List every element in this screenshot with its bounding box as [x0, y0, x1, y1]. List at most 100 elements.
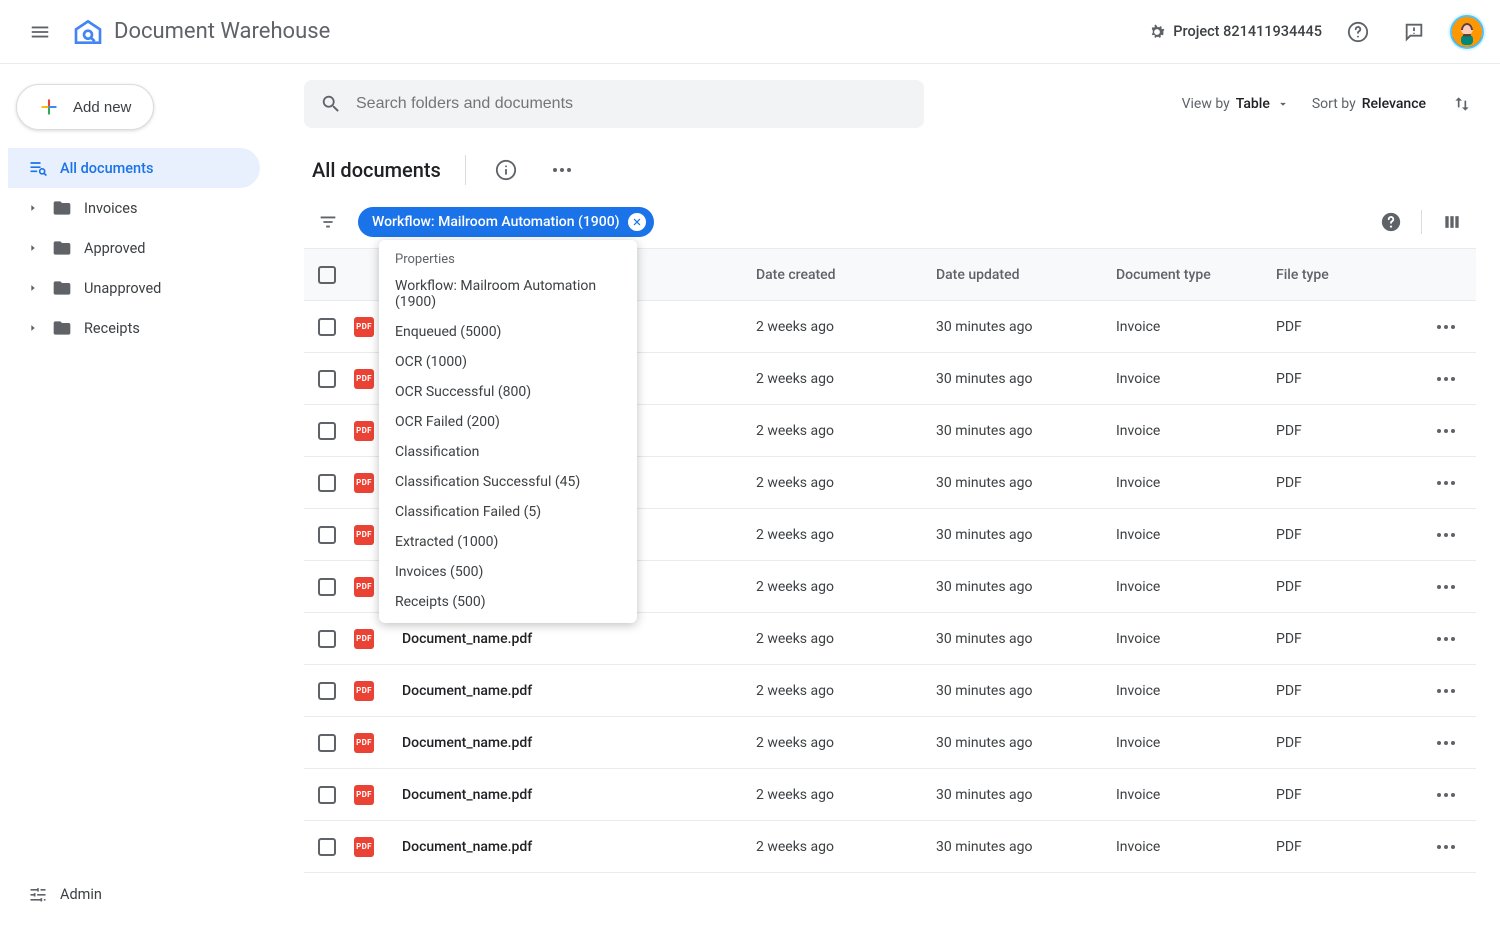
dropdown-option[interactable]: Classification Failed (5) [379, 497, 637, 527]
search-icon [320, 93, 342, 115]
row-more-button[interactable] [1416, 585, 1476, 589]
dropdown-option[interactable]: Workflow: Mailroom Automation (1900) [379, 271, 637, 317]
sort-direction-button[interactable] [1448, 90, 1476, 118]
plus-icon [39, 97, 59, 117]
sidebar-item-label: All documents [60, 160, 153, 177]
chevron-down-icon [1276, 97, 1290, 111]
table-row[interactable]: PDF Document_name.pdf 2 weeks ago 30 min… [304, 665, 1476, 717]
search-box[interactable] [304, 80, 924, 128]
table-row[interactable]: PDF Document_name.pdf 2 weeks ago 30 min… [304, 717, 1476, 769]
info-button[interactable] [490, 154, 522, 186]
doc-type: Invoice [1116, 579, 1276, 595]
chip-remove-button[interactable] [628, 213, 646, 231]
menu-button[interactable] [16, 8, 64, 56]
project-label: Project 821411934445 [1173, 23, 1322, 40]
filter-button[interactable] [312, 206, 344, 238]
more-horizontal-icon [553, 168, 571, 172]
dropdown-option[interactable]: Invoices (500) [379, 557, 637, 587]
col-date-created[interactable]: Date created [756, 267, 936, 283]
table-row[interactable]: PDF Document_name.pdf 2 weeks ago 30 min… [304, 821, 1476, 873]
properties-dropdown: Properties Workflow: Mailroom Automation… [379, 240, 637, 623]
table-row[interactable]: PDF Document_name.pdf 2 weeks ago 30 min… [304, 769, 1476, 821]
sidebar-item-label: Approved [84, 240, 145, 257]
feedback-button[interactable] [1394, 12, 1434, 52]
project-selector[interactable]: Project 821411934445 [1147, 22, 1322, 42]
dropdown-option[interactable]: Classification [379, 437, 637, 467]
row-more-button[interactable] [1416, 845, 1476, 849]
file-name[interactable]: Document_name.pdf [394, 787, 756, 803]
sidebar-item-receipts[interactable]: Receipts [8, 308, 260, 348]
dropdown-option[interactable]: OCR Failed (200) [379, 407, 637, 437]
row-more-button[interactable] [1416, 429, 1476, 433]
admin-link[interactable]: Admin [8, 872, 272, 916]
row-checkbox[interactable] [318, 734, 336, 752]
row-more-button[interactable] [1416, 741, 1476, 745]
pdf-icon: PDF [354, 837, 374, 857]
date-created: 2 weeks ago [756, 371, 936, 387]
pdf-icon: PDF [354, 369, 374, 389]
dropdown-option[interactable]: Receipts (500) [379, 587, 637, 617]
dropdown-option[interactable]: OCR Successful (800) [379, 377, 637, 407]
dropdown-header: Properties [379, 244, 637, 271]
sort-by-selector[interactable]: Sort by Relevance [1312, 96, 1426, 112]
file-name[interactable]: Document_name.pdf [394, 631, 756, 647]
chevron-right-icon [28, 243, 38, 253]
sidebar-item-approved[interactable]: Approved [8, 228, 260, 268]
pdf-icon: PDF [354, 473, 374, 493]
select-all-checkbox[interactable] [318, 266, 336, 284]
row-more-button[interactable] [1416, 637, 1476, 641]
date-created: 2 weeks ago [756, 527, 936, 543]
row-more-button[interactable] [1416, 377, 1476, 381]
row-checkbox[interactable] [318, 422, 336, 440]
row-checkbox[interactable] [318, 786, 336, 804]
row-more-button[interactable] [1416, 689, 1476, 693]
row-checkbox[interactable] [318, 630, 336, 648]
top-bar: Document Warehouse Project 821411934445 [0, 0, 1500, 64]
row-more-button[interactable] [1416, 325, 1476, 329]
user-avatar[interactable] [1450, 15, 1484, 49]
col-date-updated[interactable]: Date updated [936, 267, 1116, 283]
columns-button[interactable] [1436, 206, 1468, 238]
filter-help-button[interactable] [1375, 206, 1407, 238]
file-type: PDF [1276, 735, 1416, 751]
date-updated: 30 minutes ago [936, 371, 1116, 387]
file-name[interactable]: Document_name.pdf [394, 683, 756, 699]
add-new-button[interactable]: Add new [16, 84, 154, 130]
doc-type: Invoice [1116, 839, 1276, 855]
sidebar-item-invoices[interactable]: Invoices [8, 188, 260, 228]
app-logo-wrap[interactable]: Document Warehouse [72, 16, 330, 48]
row-checkbox[interactable] [318, 682, 336, 700]
row-more-button[interactable] [1416, 481, 1476, 485]
sort-by-label: Sort by [1312, 96, 1356, 112]
date-updated: 30 minutes ago [936, 579, 1116, 595]
col-file-type[interactable]: File type [1276, 267, 1416, 283]
app-logo-icon [72, 16, 104, 48]
date-created: 2 weeks ago [756, 475, 936, 491]
view-by-selector[interactable]: View by Table [1182, 96, 1290, 112]
help-button[interactable] [1338, 12, 1378, 52]
main-content: View by Table Sort by Relevance All docu… [280, 64, 1500, 932]
row-checkbox[interactable] [318, 318, 336, 336]
sidebar-item-unapproved[interactable]: Unapproved [8, 268, 260, 308]
row-checkbox[interactable] [318, 474, 336, 492]
sidebar-item-all-documents[interactable]: All documents [8, 148, 260, 188]
dropdown-option[interactable]: Classification Successful (45) [379, 467, 637, 497]
row-checkbox[interactable] [318, 526, 336, 544]
more-actions-button[interactable] [546, 154, 578, 186]
dropdown-option[interactable]: Extracted (1000) [379, 527, 637, 557]
filter-chip-workflow[interactable]: Workflow: Mailroom Automation (1900) [358, 207, 654, 237]
row-checkbox[interactable] [318, 838, 336, 856]
row-more-button[interactable] [1416, 793, 1476, 797]
doc-type: Invoice [1116, 631, 1276, 647]
row-checkbox[interactable] [318, 578, 336, 596]
feedback-icon [1403, 21, 1425, 43]
dropdown-option[interactable]: OCR (1000) [379, 347, 637, 377]
pdf-icon: PDF [354, 681, 374, 701]
search-input[interactable] [356, 95, 908, 113]
col-doc-type[interactable]: Document type [1116, 267, 1276, 283]
row-checkbox[interactable] [318, 370, 336, 388]
row-more-button[interactable] [1416, 533, 1476, 537]
file-name[interactable]: Document_name.pdf [394, 839, 756, 855]
dropdown-option[interactable]: Enqueued (5000) [379, 317, 637, 347]
file-name[interactable]: Document_name.pdf [394, 735, 756, 751]
